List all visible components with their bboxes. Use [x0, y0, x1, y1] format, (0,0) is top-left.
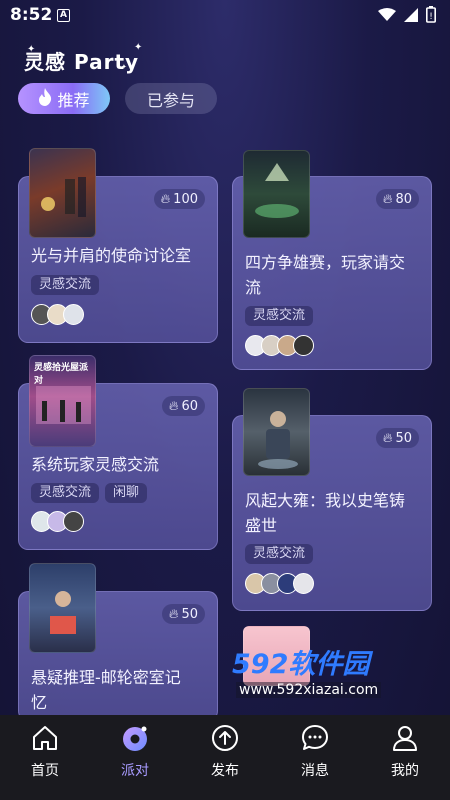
heat-badge: 🔥︎ 100	[153, 189, 205, 209]
heat-badge: 🔥︎ 50	[375, 428, 419, 448]
card-title-line2: 忆	[31, 693, 48, 712]
flame-icon: 🔥︎	[168, 398, 179, 414]
cover-text: 灵感拾光屋派对	[34, 363, 89, 386]
nav-item-message[interactable]: 消息	[270, 715, 360, 800]
card-cover-image[interactable]	[243, 388, 310, 476]
tag-list: 灵感交流 闲聊	[31, 483, 148, 503]
tag: 灵感交流	[31, 483, 100, 503]
card-cover-image[interactable]: 灵感拾光屋派对	[29, 355, 96, 447]
heat-badge: 🔥︎ 80	[375, 189, 419, 209]
tag: 灵感交流	[245, 306, 314, 326]
tab-recommend[interactable]: 推荐	[18, 83, 110, 114]
card-cover-image[interactable]	[29, 148, 96, 238]
publish-icon	[212, 725, 238, 751]
flame-icon: 🔥︎	[168, 606, 179, 622]
nav-item-party[interactable]: 派对	[90, 715, 180, 800]
signal-icon	[404, 7, 418, 22]
nav-label: 派对	[121, 763, 149, 779]
a-icon: A	[57, 9, 70, 22]
watermark-brand: 592软件园	[232, 649, 370, 680]
tag-list: 灵感交流	[245, 306, 314, 326]
card-title: 光与并肩的使命讨论室	[31, 246, 192, 265]
avatar-group	[31, 304, 84, 325]
heat-badge: 🔥︎ 60	[161, 396, 205, 416]
watermark-url: www.592xiazai.com	[236, 682, 382, 698]
nav-item-profile[interactable]: 我的	[360, 715, 450, 800]
nav-item-home[interactable]: 首页	[0, 715, 90, 800]
nav-label: 我的	[391, 763, 419, 779]
tag-list: 灵感交流	[245, 544, 314, 564]
avatar	[63, 304, 84, 325]
avatar-group	[31, 511, 84, 532]
card-title-line2: 盛世	[245, 516, 278, 535]
watermark: 592软件园 www.592xiazai.com	[232, 642, 430, 708]
flame-icon: 🔥︎	[160, 191, 171, 207]
tag: 灵感交流	[245, 544, 314, 564]
party-icon	[123, 726, 147, 751]
nav-label: 首页	[31, 763, 59, 779]
battery-icon: !	[426, 6, 436, 23]
tag: 闲聊	[105, 483, 148, 503]
wifi-icon	[378, 7, 396, 21]
tab-label: 推荐	[57, 90, 90, 110]
heat-badge: 🔥︎ 50	[161, 604, 205, 624]
home-icon	[33, 726, 57, 750]
nav-label: 消息	[301, 763, 329, 779]
card-cover-image[interactable]	[243, 150, 310, 238]
card-title: 悬疑推理-邮轮密室记	[31, 668, 181, 687]
sparkle-icon: ✦	[134, 42, 143, 53]
tag: 灵感交流	[31, 275, 100, 295]
bottom-nav: 首页 派对 发布 消息 我的	[0, 715, 450, 800]
tab-joined[interactable]: 已参与	[125, 83, 217, 114]
flame-icon: 🔥︎	[382, 430, 393, 446]
avatar-group	[245, 335, 314, 356]
avatar	[293, 335, 314, 356]
sparkle-icon: ✦	[27, 44, 36, 55]
card-title: 系统玩家灵感交流	[31, 455, 160, 474]
avatar	[293, 573, 314, 594]
nav-label: 发布	[211, 763, 239, 779]
sparkle-icon: ✦	[121, 63, 127, 71]
flame-icon	[38, 87, 52, 110]
avatar	[63, 511, 84, 532]
message-icon	[302, 725, 328, 750]
tab-label: 已参与	[146, 90, 195, 110]
status-bar: 8:52 A !	[0, 0, 450, 30]
flame-icon: 🔥︎	[382, 191, 393, 207]
avatar-group	[245, 573, 314, 594]
card-cover-image[interactable]	[29, 563, 96, 653]
card-title: 四方争雄赛，玩家请交	[245, 253, 406, 272]
nav-item-publish[interactable]: 发布	[180, 715, 270, 800]
card-title-line2: 流	[245, 278, 262, 297]
status-time: 8:52	[10, 5, 53, 25]
profile-icon	[393, 726, 417, 751]
status-icons: !	[378, 6, 436, 23]
tag-list: 灵感交流	[31, 275, 100, 295]
svg-text:!: !	[429, 12, 433, 22]
